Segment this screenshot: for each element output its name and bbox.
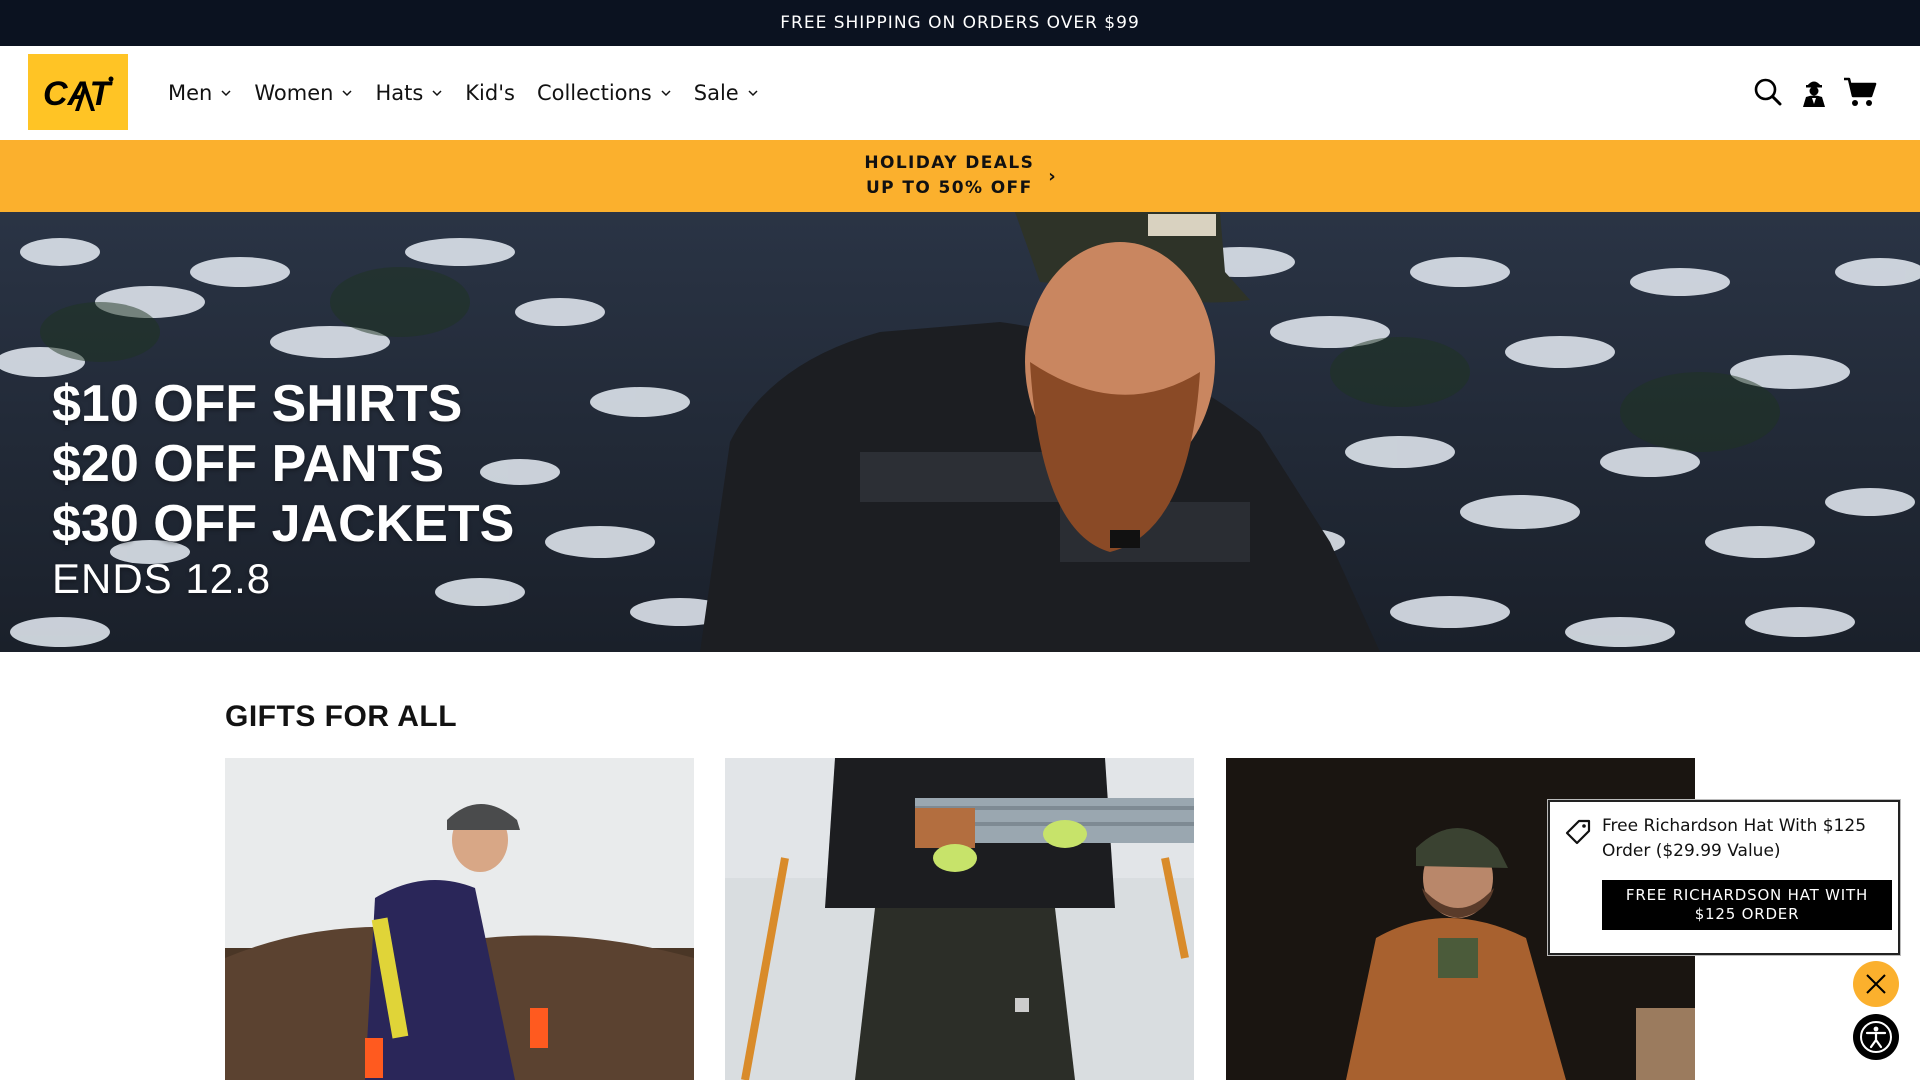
- announcement-bar: FREE SHIPPING ON ORDERS OVER $99: [0, 0, 1920, 46]
- chevron-down-icon: [748, 90, 758, 97]
- accessibility-button[interactable]: [1853, 1014, 1899, 1060]
- chevron-down-icon: [342, 90, 352, 97]
- free-hat-offer-button[interactable]: FREE RICHARDSON HAT WITH $125 ORDER: [1602, 880, 1892, 930]
- nav-hats[interactable]: Hats: [375, 81, 443, 105]
- hero-line-jackets: $30 OFF JACKETS: [52, 495, 515, 553]
- nav-collections[interactable]: Collections: [537, 81, 672, 105]
- nav-hats-label: Hats: [375, 81, 424, 105]
- search-icon: [1754, 78, 1782, 106]
- hero-ends-date: ENDS 12.8: [52, 555, 272, 602]
- gifts-title: GIFTS FOR ALL: [225, 700, 458, 733]
- accessibility-icon: [1860, 1021, 1892, 1053]
- nav-collections-label: Collections: [536, 81, 652, 105]
- nav-sale[interactable]: Sale: [694, 81, 759, 105]
- offer-text: Free Richardson Hat With $125 Order ($29…: [1602, 816, 1867, 861]
- tag-icon: [1565, 819, 1591, 845]
- close-icon: [1866, 974, 1886, 994]
- search-button[interactable]: [1750, 70, 1786, 114]
- chevron-down-icon: [661, 90, 671, 97]
- nav-women-label: Women: [254, 81, 334, 105]
- gift-card-workwear[interactable]: [725, 758, 1194, 1080]
- header-icons: [1750, 70, 1878, 114]
- promo-line2: UP TO 50% OFF: [865, 178, 1033, 198]
- nav-women[interactable]: Women: [254, 81, 353, 105]
- chevron-down-icon: [221, 90, 231, 97]
- hero-banner[interactable]: $10 OFF SHIRTS $20 OFF PANTS $30 OFF JAC…: [0, 212, 1920, 652]
- nav-men[interactable]: Men: [168, 81, 232, 105]
- nav-men-label: Men: [168, 81, 213, 105]
- cart-button[interactable]: [1842, 70, 1878, 114]
- site-header: CAT Men Women Hats Kid's Collections Sal…: [0, 46, 1920, 140]
- holiday-deals-banner[interactable]: HOLIDAY DEALS UP TO 50% OFF ›: [0, 140, 1920, 212]
- gift-card-women[interactable]: [225, 758, 694, 1080]
- free-hat-offer-popup: Free Richardson Hat With $125 Order ($29…: [1548, 800, 1900, 955]
- hero-line-pants: $20 OFF PANTS: [52, 435, 445, 493]
- cat-logo[interactable]: CAT: [28, 54, 128, 130]
- nav-kids-label: Kid's: [465, 81, 515, 105]
- announcement-text: FREE SHIPPING ON ORDERS OVER $99: [780, 13, 1140, 33]
- hero-text: $10 OFF SHIRTS $20 OFF PANTS $30 OFF JAC…: [52, 374, 514, 606]
- hero-line-shirts: $10 OFF SHIRTS: [52, 375, 463, 433]
- promo-line1: HOLIDAY DEALS: [864, 153, 1035, 173]
- gift-image-workwear: [725, 758, 1194, 1080]
- account-button[interactable]: [1796, 70, 1832, 114]
- nav-kids[interactable]: Kid's: [465, 81, 515, 105]
- close-popup-button[interactable]: [1853, 961, 1899, 1007]
- cart-icon: [1844, 77, 1877, 106]
- chevron-right-icon: ›: [1048, 165, 1056, 187]
- cat-logo-mark: CAT: [43, 75, 114, 113]
- gift-image-women: [225, 758, 694, 1080]
- main-nav: Men Women Hats Kid's Collections Sale: [168, 46, 781, 140]
- promo-text: HOLIDAY DEALS UP TO 50% OFF: [864, 151, 1034, 201]
- account-icon: [1803, 81, 1825, 107]
- nav-sale-label: Sale: [693, 81, 739, 105]
- chevron-down-icon: [432, 90, 442, 97]
